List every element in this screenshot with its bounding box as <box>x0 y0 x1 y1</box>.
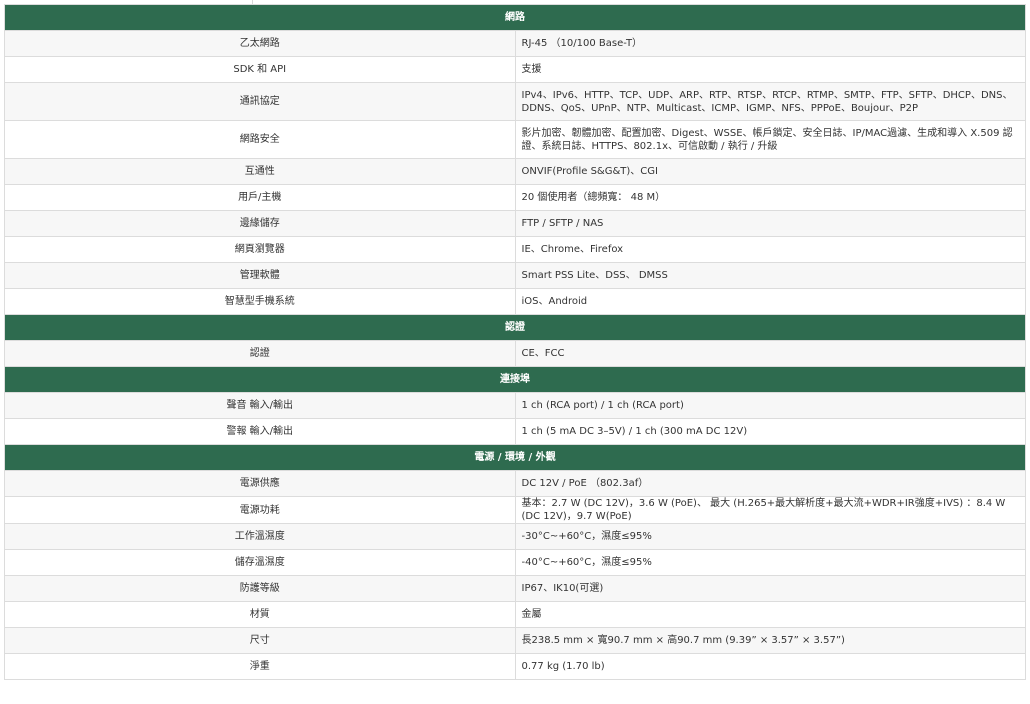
spec-value: IE、Chrome、Firefox <box>514 236 1026 263</box>
spec-value: 0.77 kg (1.70 lb) <box>514 653 1026 680</box>
spec-label: 乙太網路 <box>4 30 516 57</box>
spec-row: 通訊協定 IPv4、IPv6、HTTP、TCP、UDP、ARP、RTP、RTSP、… <box>4 82 1026 121</box>
spec-label: 材質 <box>4 601 516 628</box>
spec-value: DC 12V / PoE （802.3af） <box>514 470 1026 497</box>
spec-label: 工作溫濕度 <box>4 523 516 550</box>
spec-row: 警報 輸入/輸出 1 ch (5 mA DC 3–5V) / 1 ch (300 … <box>4 418 1026 445</box>
spec-label: 邊緣儲存 <box>4 210 516 237</box>
spec-label: 網頁瀏覽器 <box>4 236 516 263</box>
spec-label: 尺寸 <box>4 627 516 654</box>
spec-table: 網路 乙太網路 RJ-45 （10/100 Base-T） SDK 和 API 支援 通訊… <box>4 4 1026 680</box>
spec-value: -30°C~+60°C，濕度≤95% <box>514 523 1026 550</box>
section-title: 連接埠 <box>4 366 1026 393</box>
spec-row: 防護等級 IP67、IK10(可選) <box>4 575 1026 602</box>
spec-value: ONVIF(Profile S&G&T)、CGI <box>514 158 1026 185</box>
spec-value: IPv4、IPv6、HTTP、TCP、UDP、ARP、RTP、RTSP、RTCP… <box>514 82 1026 121</box>
spec-row: 認證 CE、FCC <box>4 340 1026 367</box>
spec-label: 警報 輸入/輸出 <box>4 418 516 445</box>
spec-row: 用戶/主機 20 個使用者（總頻寬： 48 M） <box>4 184 1026 211</box>
section-header-row: 電源 / 環境 / 外觀 <box>4 444 1026 471</box>
spec-value: 1 ch (RCA port) / 1 ch (RCA port) <box>514 392 1026 419</box>
spec-row: 乙太網路 RJ-45 （10/100 Base-T） <box>4 30 1026 57</box>
spec-label: 淨重 <box>4 653 516 680</box>
spec-row: 邊緣儲存 FTP / SFTP / NAS <box>4 210 1026 237</box>
spec-row: 管理軟體 Smart PSS Lite、DSS、 DMSS <box>4 262 1026 289</box>
spec-row: 聲音 輸入/輸出 1 ch (RCA port) / 1 ch (RCA port… <box>4 392 1026 419</box>
spec-label: 網路安全 <box>4 120 516 159</box>
spec-value: 基本：2.7 W (DC 12V)，3.6 W (PoE)、 最大 (H.265… <box>514 496 1026 524</box>
spec-label: 智慧型手機系統 <box>4 288 516 315</box>
spec-label: 用戶/主機 <box>4 184 516 211</box>
section-title: 網路 <box>4 4 1026 31</box>
section-header-row: 網路 <box>4 4 1026 31</box>
spec-value: iOS、Android <box>514 288 1026 315</box>
section-header-row: 認證 <box>4 314 1026 341</box>
spec-value: 長238.5 mm × 寬90.7 mm × 高90.7 mm (9.39” ×… <box>514 627 1026 654</box>
section-title: 電源 / 環境 / 外觀 <box>4 444 1026 471</box>
spec-row: 互通性 ONVIF(Profile S&G&T)、CGI <box>4 158 1026 185</box>
spec-row: 淨重 0.77 kg (1.70 lb) <box>4 653 1026 680</box>
section-title: 認證 <box>4 314 1026 341</box>
spec-label: 認證 <box>4 340 516 367</box>
spec-row: 電源功耗 基本：2.7 W (DC 12V)，3.6 W (PoE)、 最大 (H… <box>4 496 1026 524</box>
spec-value: CE、FCC <box>514 340 1026 367</box>
spec-value: 支援 <box>514 56 1026 83</box>
spec-row: 網路安全 影片加密、韌體加密、配置加密、Digest、WSSE、帳戶鎖定、安全日誌… <box>4 120 1026 159</box>
spec-value: IP67、IK10(可選) <box>514 575 1026 602</box>
spec-row: 材質 金屬 <box>4 601 1026 628</box>
spec-row: SDK 和 API 支援 <box>4 56 1026 83</box>
spec-table-body: 網路 乙太網路 RJ-45 （10/100 Base-T） SDK 和 API 支援 通訊… <box>4 4 1026 680</box>
spec-label: 通訊協定 <box>4 82 516 121</box>
spec-value: 金屬 <box>514 601 1026 628</box>
spec-value: FTP / SFTP / NAS <box>514 210 1026 237</box>
section-header-row: 連接埠 <box>4 366 1026 393</box>
spec-label: 電源供應 <box>4 470 516 497</box>
spec-page: 網路 乙太網路 RJ-45 （10/100 Base-T） SDK 和 API 支援 通訊… <box>0 0 1030 704</box>
spec-value: -40°C~+60°C，濕度≤95% <box>514 549 1026 576</box>
spec-row: 電源供應 DC 12V / PoE （802.3af） <box>4 470 1026 497</box>
spec-label: 電源功耗 <box>4 496 516 524</box>
spec-label: SDK 和 API <box>4 56 516 83</box>
spec-value: Smart PSS Lite、DSS、 DMSS <box>514 262 1026 289</box>
spec-label: 聲音 輸入/輸出 <box>4 392 516 419</box>
spec-value: 1 ch (5 mA DC 3–5V) / 1 ch (300 mA DC 12… <box>514 418 1026 445</box>
spec-label: 儲存溫濕度 <box>4 549 516 576</box>
spec-label: 防護等級 <box>4 575 516 602</box>
spec-row: 儲存溫濕度 -40°C~+60°C，濕度≤95% <box>4 549 1026 576</box>
spec-row: 網頁瀏覽器 IE、Chrome、Firefox <box>4 236 1026 263</box>
spec-row: 工作溫濕度 -30°C~+60°C，濕度≤95% <box>4 523 1026 550</box>
spec-value: 影片加密、韌體加密、配置加密、Digest、WSSE、帳戶鎖定、安全日誌、IP/… <box>514 120 1026 159</box>
spec-row: 尺寸 長238.5 mm × 寬90.7 mm × 高90.7 mm (9.39”… <box>4 627 1026 654</box>
spec-value: 20 個使用者（總頻寬： 48 M） <box>514 184 1026 211</box>
spec-value: RJ-45 （10/100 Base-T） <box>514 30 1026 57</box>
spec-row: 智慧型手機系統 iOS、Android <box>4 288 1026 315</box>
spec-label: 管理軟體 <box>4 262 516 289</box>
spec-label: 互通性 <box>4 158 516 185</box>
